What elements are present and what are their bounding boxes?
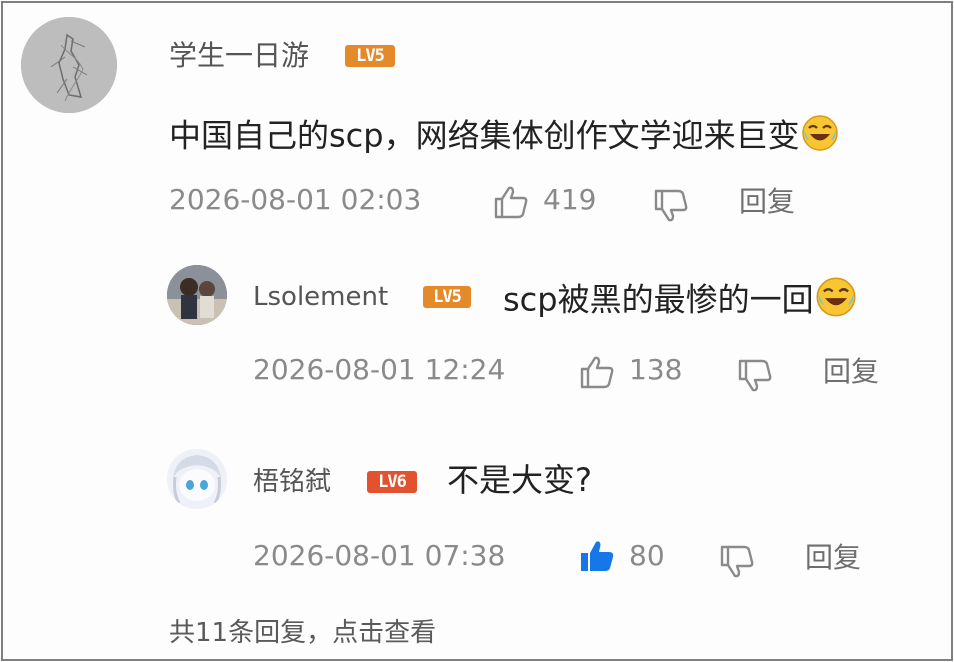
avatar[interactable] <box>167 449 227 509</box>
like-count: 80 <box>629 539 665 572</box>
thumbs-up-icon[interactable] <box>493 185 529 219</box>
reply-button[interactable]: 回复 <box>739 185 795 219</box>
thumbs-up-icon[interactable] <box>579 355 615 389</box>
avatar[interactable] <box>167 265 227 325</box>
crying-laughing-emoji-icon <box>814 275 858 328</box>
like-count: 138 <box>629 353 683 386</box>
level-badge: LV6 <box>367 471 417 493</box>
reply-username[interactable]: 梧铭弑 <box>253 465 331 499</box>
thumbs-down-icon[interactable] <box>719 545 755 579</box>
reply-timestamp: 2026-08-01 12:24 <box>253 353 506 386</box>
like-count: 419 <box>543 183 597 216</box>
reply-username[interactable]: Lsolement <box>253 280 388 314</box>
thumbs-down-icon[interactable] <box>737 359 773 393</box>
reply-text-body: scp被黑的最惨的一回 <box>503 280 814 319</box>
comment-thread: 学生一日游 LV5 中国自己的scp，网络集体创作文学迎来巨变 2026-08-… <box>1 1 953 661</box>
reply-timestamp: 2026-08-01 07:38 <box>253 539 506 572</box>
view-more-replies-link[interactable]: 共11条回复，点击查看 <box>169 617 436 649</box>
comment-timestamp: 2026-08-01 02:03 <box>169 183 422 216</box>
avatar[interactable] <box>21 17 117 113</box>
reply-text: 不是大变? <box>447 461 592 499</box>
crying-laughing-emoji-icon <box>800 113 840 162</box>
reply-button[interactable]: 回复 <box>823 355 879 389</box>
level-badge: LV5 <box>423 286 471 308</box>
comment-text: 中国自己的scp，网络集体创作文学迎来巨变 <box>169 113 840 162</box>
comment-text-body: 中国自己的scp，网络集体创作文学迎来巨变 <box>169 116 800 155</box>
thumbs-up-filled-icon[interactable] <box>579 539 615 573</box>
level-badge: LV5 <box>345 45 395 67</box>
thumbs-down-icon[interactable] <box>653 189 689 223</box>
reply-text: scp被黑的最惨的一回 <box>503 275 858 328</box>
reply-button[interactable]: 回复 <box>805 541 861 575</box>
comment-username[interactable]: 学生一日游 <box>169 39 309 73</box>
